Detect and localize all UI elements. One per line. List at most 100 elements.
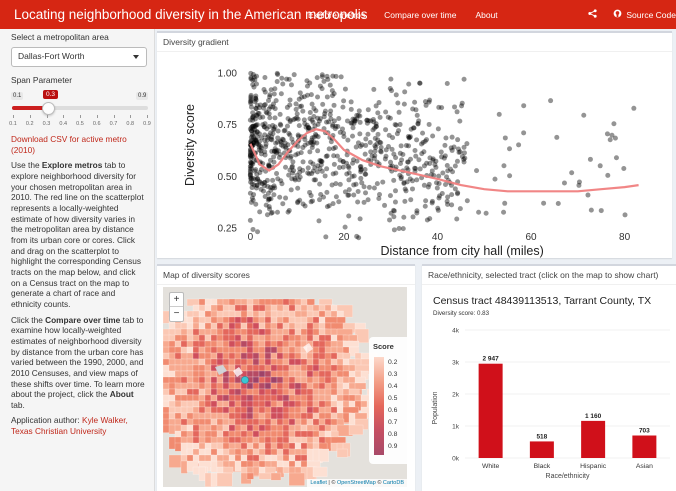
census-tract[interactable] xyxy=(240,322,248,330)
census-tract[interactable] xyxy=(204,346,212,354)
census-tract[interactable] xyxy=(294,334,302,342)
census-tract[interactable] xyxy=(258,346,266,354)
census-tract[interactable] xyxy=(300,400,308,408)
census-tract[interactable] xyxy=(252,394,260,402)
census-tract[interactable] xyxy=(300,328,308,336)
census-tract[interactable] xyxy=(270,358,278,366)
census-tract[interactable] xyxy=(234,328,242,336)
census-tract[interactable] xyxy=(276,352,284,360)
census-tract[interactable] xyxy=(306,382,314,390)
census-tract[interactable] xyxy=(264,352,272,360)
census-tract[interactable] xyxy=(318,388,326,396)
census-tract[interactable] xyxy=(312,358,320,366)
census-tract[interactable] xyxy=(246,310,254,318)
census-tract[interactable] xyxy=(270,346,278,354)
census-tract[interactable] xyxy=(270,394,278,402)
census-tract[interactable] xyxy=(228,346,236,354)
census-tract[interactable] xyxy=(252,316,260,324)
bar-black[interactable] xyxy=(529,441,554,458)
census-tract[interactable] xyxy=(240,394,248,402)
census-tract[interactable] xyxy=(282,430,290,438)
census-tract[interactable] xyxy=(294,388,302,396)
census-tract[interactable] xyxy=(282,358,290,366)
census-tract[interactable] xyxy=(306,334,314,342)
census-tract[interactable] xyxy=(318,382,326,390)
census-tract[interactable] xyxy=(300,382,308,390)
census-tract[interactable] xyxy=(300,424,308,432)
census-tract[interactable] xyxy=(264,322,272,330)
census-tract[interactable] xyxy=(282,418,290,426)
census-tract[interactable] xyxy=(246,364,254,372)
census-tract[interactable] xyxy=(264,316,272,324)
census-tract[interactable] xyxy=(294,358,302,366)
census-tract[interactable] xyxy=(312,352,320,360)
census-tract[interactable] xyxy=(288,430,296,438)
census-tract[interactable] xyxy=(246,316,254,324)
census-tract[interactable] xyxy=(222,412,230,420)
census-tract[interactable] xyxy=(234,322,242,330)
census-tract[interactable] xyxy=(198,466,206,481)
census-tract[interactable] xyxy=(258,358,266,366)
census-tract[interactable] xyxy=(210,406,218,414)
census-tract[interactable] xyxy=(246,358,254,366)
census-tract[interactable] xyxy=(192,376,200,384)
census-tract[interactable] xyxy=(186,394,194,402)
census-tract[interactable] xyxy=(234,388,242,396)
census-tract[interactable] xyxy=(288,394,296,402)
census-tract[interactable] xyxy=(288,316,296,324)
census-tract[interactable] xyxy=(222,376,230,384)
census-tract[interactable] xyxy=(336,448,348,458)
census-tract[interactable] xyxy=(252,376,260,384)
census-tract[interactable] xyxy=(198,334,206,342)
census-tract[interactable] xyxy=(204,424,212,432)
census-tract[interactable] xyxy=(246,472,254,480)
census-tract[interactable] xyxy=(192,352,200,360)
census-tract[interactable] xyxy=(192,394,200,402)
census-tract[interactable] xyxy=(258,418,266,426)
census-tract[interactable] xyxy=(240,352,248,360)
census-tract[interactable] xyxy=(270,370,278,378)
census-tract[interactable] xyxy=(264,370,272,378)
census-tract[interactable] xyxy=(252,352,260,360)
census-tract[interactable] xyxy=(198,358,206,366)
census-tract[interactable] xyxy=(222,358,230,366)
census-tract[interactable] xyxy=(288,376,296,384)
census-tract[interactable] xyxy=(306,418,314,426)
share-icon[interactable] xyxy=(588,9,598,20)
census-tract[interactable] xyxy=(234,340,242,348)
census-tract[interactable] xyxy=(198,418,206,426)
census-tract[interactable] xyxy=(294,352,302,360)
census-tract[interactable] xyxy=(240,340,248,348)
census-tract[interactable] xyxy=(252,406,260,414)
carto-link[interactable]: CartoDB xyxy=(383,480,404,486)
census-tract[interactable] xyxy=(348,424,364,435)
census-tract[interactable] xyxy=(276,370,284,378)
census-tract[interactable] xyxy=(276,406,284,414)
census-tract[interactable] xyxy=(246,340,254,348)
census-tract[interactable] xyxy=(264,400,272,408)
census-tract[interactable] xyxy=(252,430,260,438)
tract-polygons[interactable] xyxy=(163,298,381,487)
census-tract[interactable] xyxy=(204,334,212,342)
osm-link[interactable]: OpenStreetMap xyxy=(337,480,376,486)
app-title[interactable]: Locating neighborhood diversity in the A… xyxy=(0,7,367,22)
census-tract[interactable] xyxy=(258,370,266,378)
census-tract[interactable] xyxy=(294,394,302,402)
census-tract[interactable] xyxy=(204,376,212,384)
census-tract[interactable] xyxy=(204,418,212,426)
slider-handle[interactable] xyxy=(42,102,55,116)
census-tract[interactable] xyxy=(240,442,248,450)
census-tract[interactable] xyxy=(192,358,200,366)
census-tract[interactable] xyxy=(246,436,254,444)
census-tract[interactable] xyxy=(186,358,194,366)
census-tract[interactable] xyxy=(204,364,212,372)
census-tract[interactable] xyxy=(222,400,230,408)
census-tract[interactable] xyxy=(210,424,218,432)
census-tract[interactable] xyxy=(258,322,266,330)
census-tract[interactable] xyxy=(282,352,290,360)
census-tract[interactable] xyxy=(198,340,206,348)
census-tract[interactable] xyxy=(282,388,290,396)
census-tract[interactable] xyxy=(192,382,200,390)
census-tract[interactable] xyxy=(270,364,278,372)
bar-hispanic[interactable] xyxy=(581,420,606,458)
